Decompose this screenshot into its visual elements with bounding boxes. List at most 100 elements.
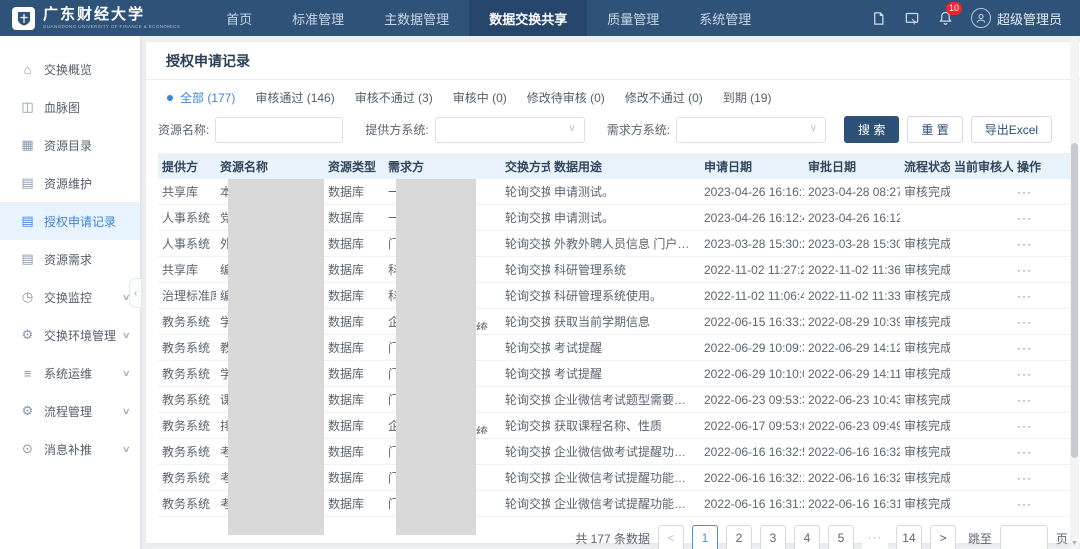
page-button-14[interactable]: 14 xyxy=(896,525,922,549)
row-actions-button[interactable]: ··· xyxy=(1013,367,1070,381)
nav-item-standard-mgmt[interactable]: 标准管理 xyxy=(272,0,364,36)
requester-system-label: 需求方系统: xyxy=(607,121,670,138)
sidebar-item-system-ops[interactable]: ≡系统运维∨ xyxy=(0,354,140,392)
sidebar-item-exchange-env-mgmt[interactable]: ⚙交换环境管理∨ xyxy=(0,316,140,354)
notification-bell-icon[interactable]: 10 xyxy=(938,10,953,26)
cell-status: 审核完成 xyxy=(900,469,950,486)
page-title: 授权申请记录 xyxy=(146,42,1080,80)
scrollbar-thumb[interactable] xyxy=(1071,143,1078,458)
filter-tab-6[interactable]: 到期 (19) xyxy=(723,89,772,106)
row-actions-button[interactable]: ··· xyxy=(1013,393,1070,407)
row-actions-button[interactable]: ··· xyxy=(1013,237,1070,251)
nav-item-system-mgmt[interactable]: 系统管理 xyxy=(679,0,771,36)
gear-icon: ⚙ xyxy=(20,327,35,343)
page-button-5[interactable]: 5 xyxy=(828,525,854,549)
sidebar-item-resource-demand[interactable]: ▤资源需求 xyxy=(0,240,140,278)
filter-tab-5[interactable]: 修改不通过 (0) xyxy=(625,89,703,106)
filter-tab-2[interactable]: 审核不通过 (3) xyxy=(355,89,433,106)
cell-approve-date: 2023-03-28 15:30:31 xyxy=(804,237,900,251)
next-page-button[interactable]: > xyxy=(930,525,956,549)
cell-resource-type: 数据库 xyxy=(324,495,384,512)
sidebar-item-message-push[interactable]: ⊙消息补推∨ xyxy=(0,430,140,468)
row-actions-button[interactable]: ··· xyxy=(1013,445,1070,459)
row-actions-button[interactable]: ··· xyxy=(1013,341,1070,355)
grid-icon: ▦ xyxy=(20,137,35,153)
prev-page-button[interactable]: < xyxy=(658,525,684,549)
scroll-down-arrow-icon[interactable]: ▼ xyxy=(1070,540,1079,547)
main-nav: 首页标准管理主数据管理数据交换共享质量管理系统管理 xyxy=(206,0,771,36)
export-excel-button[interactable]: 导出Excel xyxy=(971,116,1052,143)
document-icon[interactable] xyxy=(871,11,886,26)
cell-resource-type: 数据库 xyxy=(324,365,384,382)
vertical-scrollbar[interactable]: ▼ xyxy=(1070,38,1079,549)
filter-tab-0[interactable]: 全部 (177) xyxy=(166,89,235,106)
row-actions-button[interactable]: ··· xyxy=(1013,211,1070,225)
cell-apply-date: 2022-06-15 16:33:26 xyxy=(700,315,804,329)
sidebar-item-process-mgmt[interactable]: ⚙流程管理∨ xyxy=(0,392,140,430)
resource-name-input[interactable] xyxy=(215,117,343,143)
cell-exchange-mode: 轮询交换 xyxy=(501,287,550,304)
nav-item-data-exchange-share[interactable]: 数据交换共享 xyxy=(469,0,587,36)
cell-exchange-mode: 轮询交换 xyxy=(501,417,550,434)
sidebar-collapse-handle[interactable]: ‹ xyxy=(129,278,141,308)
sidebar-item-resource-catalog[interactable]: ▦资源目录 xyxy=(0,126,140,164)
cell-status: 审核完成 xyxy=(900,287,950,304)
sidebar-item-resource-maintenance[interactable]: ▤资源维护 xyxy=(0,164,140,202)
cell-exchange-mode: 轮询交换 xyxy=(501,183,550,200)
sidebar-item-label: 交换监控 xyxy=(44,289,123,306)
row-actions-button[interactable]: ··· xyxy=(1013,497,1070,511)
cell-status: 审核完成 xyxy=(900,495,950,512)
row-actions-button[interactable]: ··· xyxy=(1013,185,1070,199)
sidebar-item-lineage-map[interactable]: ◫血脉图 xyxy=(0,88,140,126)
nav-item-quality-mgmt[interactable]: 质量管理 xyxy=(587,0,679,36)
user-menu[interactable]: 超级管理员 xyxy=(971,8,1062,28)
filter-tab-4[interactable]: 修改待审核 (0) xyxy=(527,89,605,106)
sidebar-item-authorization-records[interactable]: ▤授权申请记录 xyxy=(0,202,140,240)
provider-system-label: 提供方系统: xyxy=(365,121,428,138)
cell-approve-date: 2022-06-16 16:32:14 xyxy=(804,471,900,485)
row-actions-button[interactable]: ··· xyxy=(1013,471,1070,485)
row-actions-button[interactable]: ··· xyxy=(1013,419,1070,433)
page-button-2[interactable]: 2 xyxy=(726,525,752,549)
user-avatar-icon xyxy=(971,8,991,28)
filter-tab-label: 到期 (19) xyxy=(723,89,772,106)
university-emblem-icon xyxy=(12,7,35,30)
nav-item-master-data-mgmt[interactable]: 主数据管理 xyxy=(364,0,469,36)
reset-button[interactable]: 重 置 xyxy=(907,116,962,143)
filter-tab-label: 审核通过 (146) xyxy=(255,89,334,106)
column-header-7: 审批日期 xyxy=(804,158,900,175)
cell-data-usage: 申请测试。 xyxy=(550,183,700,200)
page-button-1[interactable]: 1 xyxy=(692,525,718,549)
sidebar-item-exchange-overview[interactable]: ⌂交换概览 xyxy=(0,50,140,88)
filter-tab-label: 修改不通过 (0) xyxy=(625,89,703,106)
cell-provider: 教务系统 xyxy=(158,339,216,356)
cell-approve-date: 2022-06-29 14:12:17 xyxy=(804,341,900,355)
monitor-icon[interactable] xyxy=(904,11,920,26)
jump-page-input[interactable] xyxy=(1000,525,1048,549)
cell-approve-date: 2022-11-02 11:33:08 xyxy=(804,289,900,303)
page-button-4[interactable]: 4 xyxy=(794,525,820,549)
table-header-row: 提供方资源名称资源类型需求方交换方式数据用途申请日期审批日期流程状态当前审核人操… xyxy=(158,153,1070,179)
page-button-3[interactable]: 3 xyxy=(760,525,786,549)
search-toolbar: 资源名称: 提供方系统: ∨ 需求方系统: ∨ 搜 索 重 置 导出Excel xyxy=(146,108,1080,153)
filter-tab-1[interactable]: 审核通过 (146) xyxy=(255,89,334,106)
row-actions-button[interactable]: ··· xyxy=(1013,315,1070,329)
cell-requester-suffix: 统 xyxy=(476,423,488,434)
cell-exchange-mode: 轮询交换 xyxy=(501,209,550,226)
column-header-1: 资源名称 xyxy=(216,158,324,175)
cell-apply-date: 2022-11-02 11:06:40 xyxy=(700,289,804,303)
nav-item-home[interactable]: 首页 xyxy=(206,0,272,36)
sidebar-item-label: 系统运维 xyxy=(44,365,123,382)
row-actions-button[interactable]: ··· xyxy=(1013,289,1070,303)
provider-system-select[interactable]: ∨ xyxy=(435,117,585,143)
cell-resource-type: 数据库 xyxy=(324,183,384,200)
search-button[interactable]: 搜 索 xyxy=(844,116,899,143)
row-actions-button[interactable]: ··· xyxy=(1013,263,1070,277)
cell-status: 审核完成 xyxy=(900,339,950,356)
requester-system-select[interactable]: ∨ xyxy=(676,117,826,143)
chevron-down-icon: ∨ xyxy=(122,330,131,341)
sidebar-item-exchange-monitor[interactable]: ◷交换监控∨ xyxy=(0,278,140,316)
filter-tab-3[interactable]: 审核中 (0) xyxy=(453,89,507,106)
cell-resource-type: 数据库 xyxy=(324,443,384,460)
sidebar-item-label: 交换概览 xyxy=(44,61,130,78)
